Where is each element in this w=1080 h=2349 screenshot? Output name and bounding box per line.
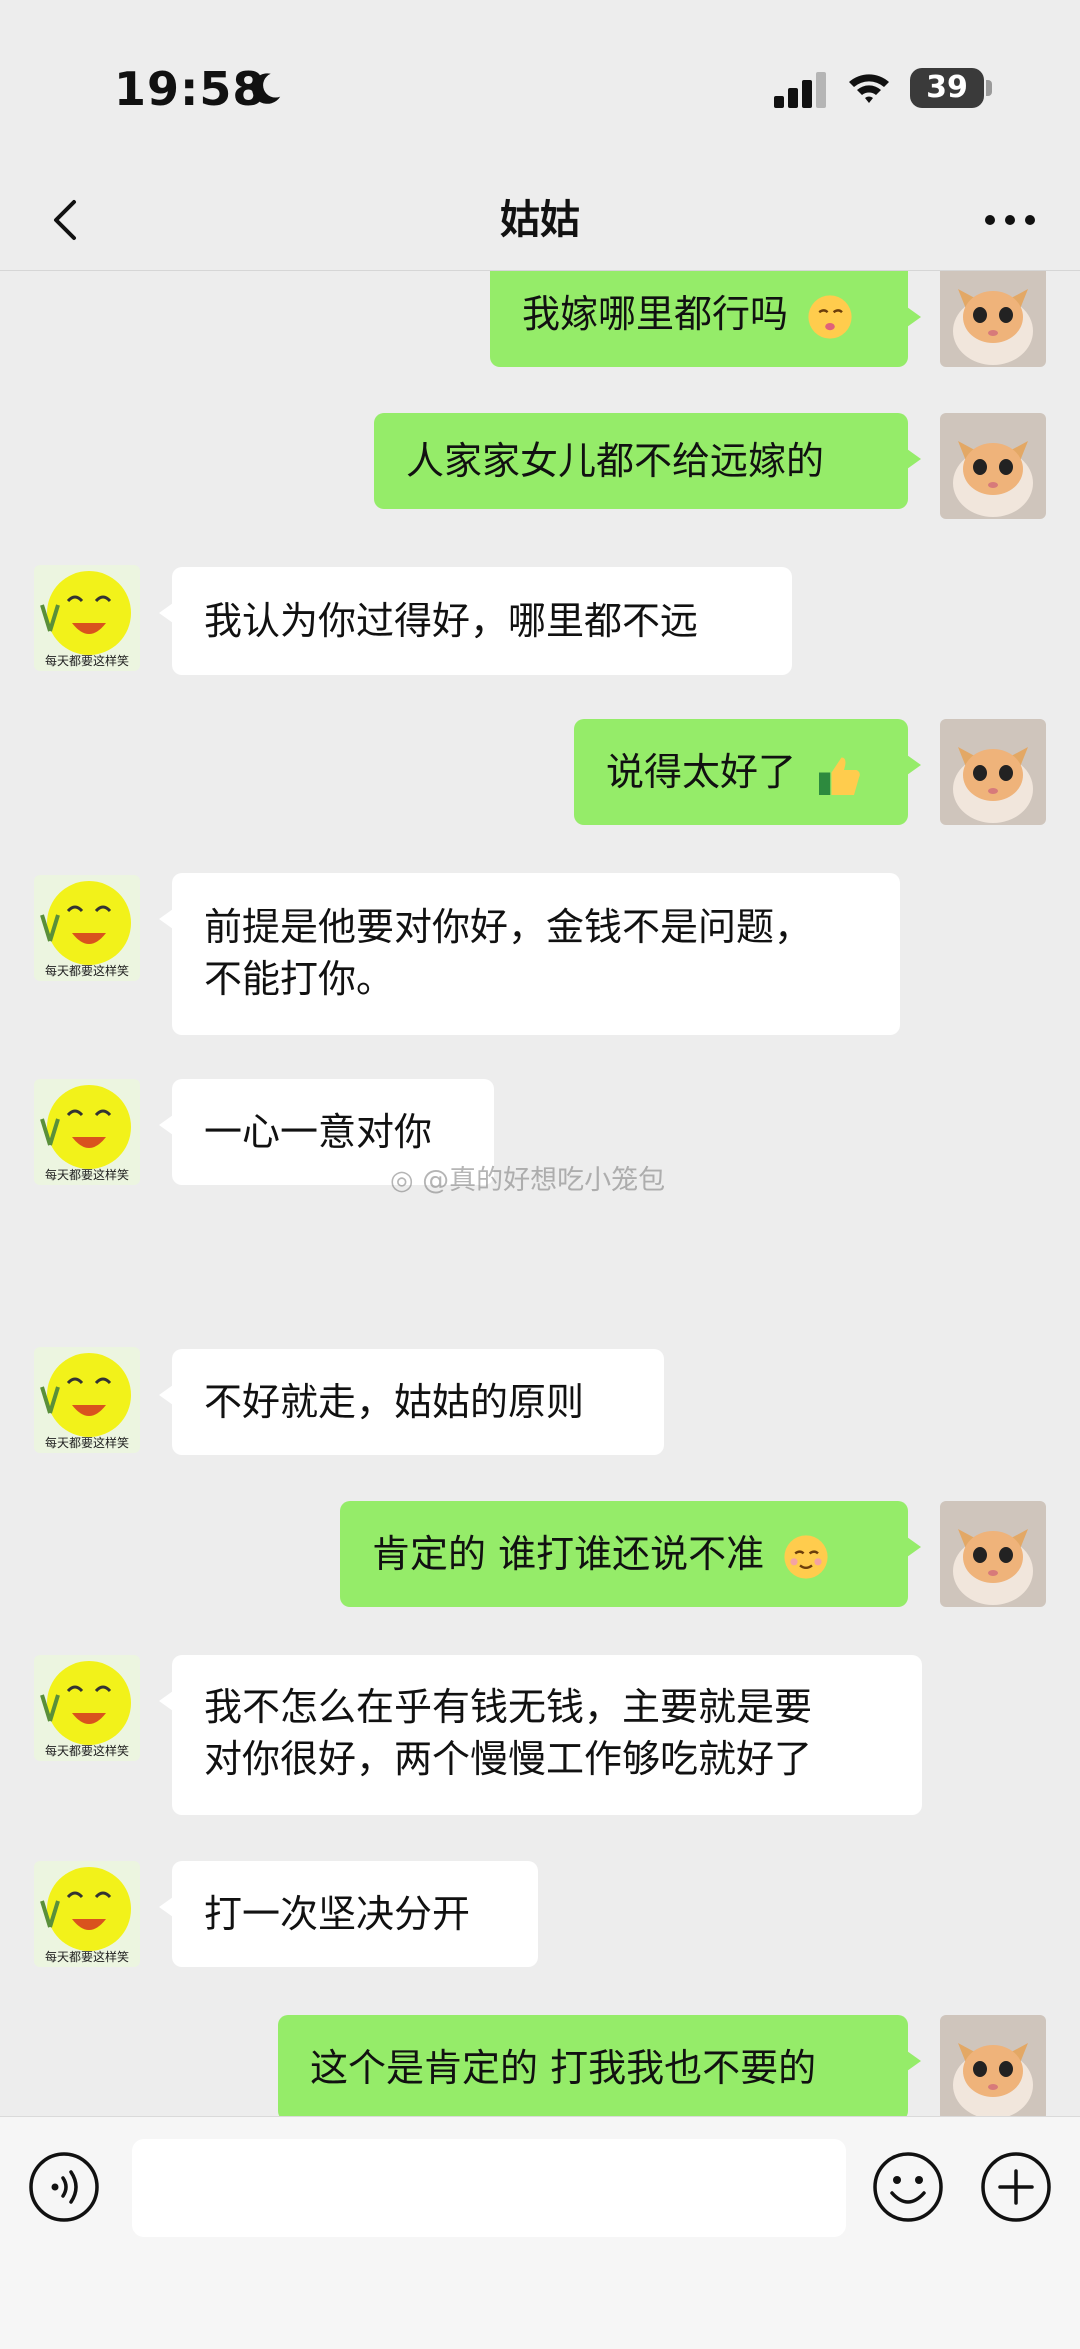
avatar-smiley[interactable]: 每天都要这样笑 xyxy=(34,1655,140,1761)
status-bar: 19:58 39 xyxy=(0,0,1080,170)
message-bubble[interactable]: 我不怎么在乎有钱无钱，主要就是要 对你很好，两个慢慢工作够吃就好了 xyxy=(159,1655,922,1815)
message-text: 说得太好了 xyxy=(606,750,797,794)
message-text: 人家家女儿都不给远嫁的 xyxy=(406,439,825,483)
watermark: ◎ @真的好想吃小笼包 xyxy=(390,1158,665,1197)
message-bubble[interactable]: 前提是他要对你好，金钱不是问题， 不能打你。 xyxy=(159,873,900,1035)
emoji-icon[interactable] xyxy=(872,2151,944,2223)
message-bubble[interactable]: 我认为你过得好，哪里都不远 xyxy=(159,567,792,675)
avatar-cat[interactable] xyxy=(940,413,1046,519)
message-bubble[interactable]: 肯定的 谁打谁还说不准 xyxy=(340,1501,921,1607)
message-bubble[interactable]: 说得太好了 xyxy=(574,719,921,825)
message-text-line: 我不怎么在乎有钱无钱，主要就是要 xyxy=(204,1685,813,1729)
message-bubble[interactable]: 这个是肯定的 打我我也不要的 xyxy=(278,2015,921,2116)
avatar-caption: 每天都要这样笑 xyxy=(45,1167,129,1182)
avatar-caption: 每天都要这样笑 xyxy=(45,1435,129,1450)
voice-icon[interactable] xyxy=(28,2151,100,2223)
chat-header: 姑姑 xyxy=(0,170,1080,271)
message-text-line: 对你很好，两个慢慢工作够吃就好了 xyxy=(204,1737,813,1781)
message-bubble[interactable]: 我嫁哪里都行吗 xyxy=(490,271,921,367)
plus-icon[interactable] xyxy=(980,2151,1052,2223)
status-time: 19:58 xyxy=(114,62,266,116)
message-bubble[interactable]: 人家家女儿都不给远嫁的 xyxy=(374,413,921,509)
avatar-cat[interactable] xyxy=(940,719,1046,825)
thumbs-up-emoji-icon xyxy=(819,757,860,795)
avatar-caption: 每天都要这样笑 xyxy=(45,963,129,978)
avatar-cat[interactable] xyxy=(940,2015,1046,2116)
input-bar xyxy=(0,2116,1080,2349)
avatar-smiley[interactable]: 每天都要这样笑 xyxy=(34,875,140,981)
avatar-caption: 每天都要这样笑 xyxy=(45,1743,129,1758)
message-text: 我认为你过得好，哪里都不远 xyxy=(204,599,699,643)
message-text-line: 不能打你。 xyxy=(204,957,395,1001)
message-text: 不好就走，姑姑的原则 xyxy=(204,1380,585,1424)
message-bubble[interactable]: 打一次坚决分开 xyxy=(159,1861,538,1967)
smirk-emoji-icon xyxy=(808,294,852,339)
message-text: 一心一意对你 xyxy=(204,1110,433,1154)
avatar-cat[interactable] xyxy=(940,271,1046,367)
battery-level: 39 xyxy=(910,68,984,108)
avatar-smiley[interactable]: 每天都要这样笑 xyxy=(34,1347,140,1453)
message-text-line: 前提是他要对你好，金钱不是问题， xyxy=(204,905,813,949)
avatar-smiley[interactable]: 每天都要这样笑 xyxy=(34,1079,140,1185)
avatar-cat[interactable] xyxy=(940,1501,1046,1607)
avatar-caption: 每天都要这样笑 xyxy=(45,1949,129,1964)
message-bubble[interactable]: 不好就走，姑姑的原则 xyxy=(159,1349,664,1455)
avatar-caption: 每天都要这样笑 xyxy=(45,653,129,668)
message-text: 打一次坚决分开 xyxy=(204,1892,471,1936)
signal-icon xyxy=(774,72,826,108)
weibo-icon: ◎ xyxy=(390,1165,423,1196)
smiling-face-emoji-icon xyxy=(784,1534,828,1579)
moon-icon xyxy=(252,73,281,104)
battery-tip xyxy=(986,80,992,96)
wifi-icon xyxy=(849,74,889,103)
watermark-text: @真的好想吃小笼包 xyxy=(422,1165,666,1196)
message-text: 肯定的 谁打谁还说不准 xyxy=(372,1532,765,1576)
chat-title: 姑姑 xyxy=(500,197,580,243)
more-icon[interactable] xyxy=(980,194,1040,246)
message-text: 这个是肯定的 打我我也不要的 xyxy=(310,2046,817,2090)
message-text: 我嫁哪里都行吗 xyxy=(522,292,789,336)
avatar-smiley[interactable]: 每天都要这样笑 xyxy=(34,1861,140,1967)
message-input[interactable] xyxy=(132,2139,846,2237)
avatar-smiley[interactable]: 每天都要这样笑 xyxy=(34,565,140,671)
